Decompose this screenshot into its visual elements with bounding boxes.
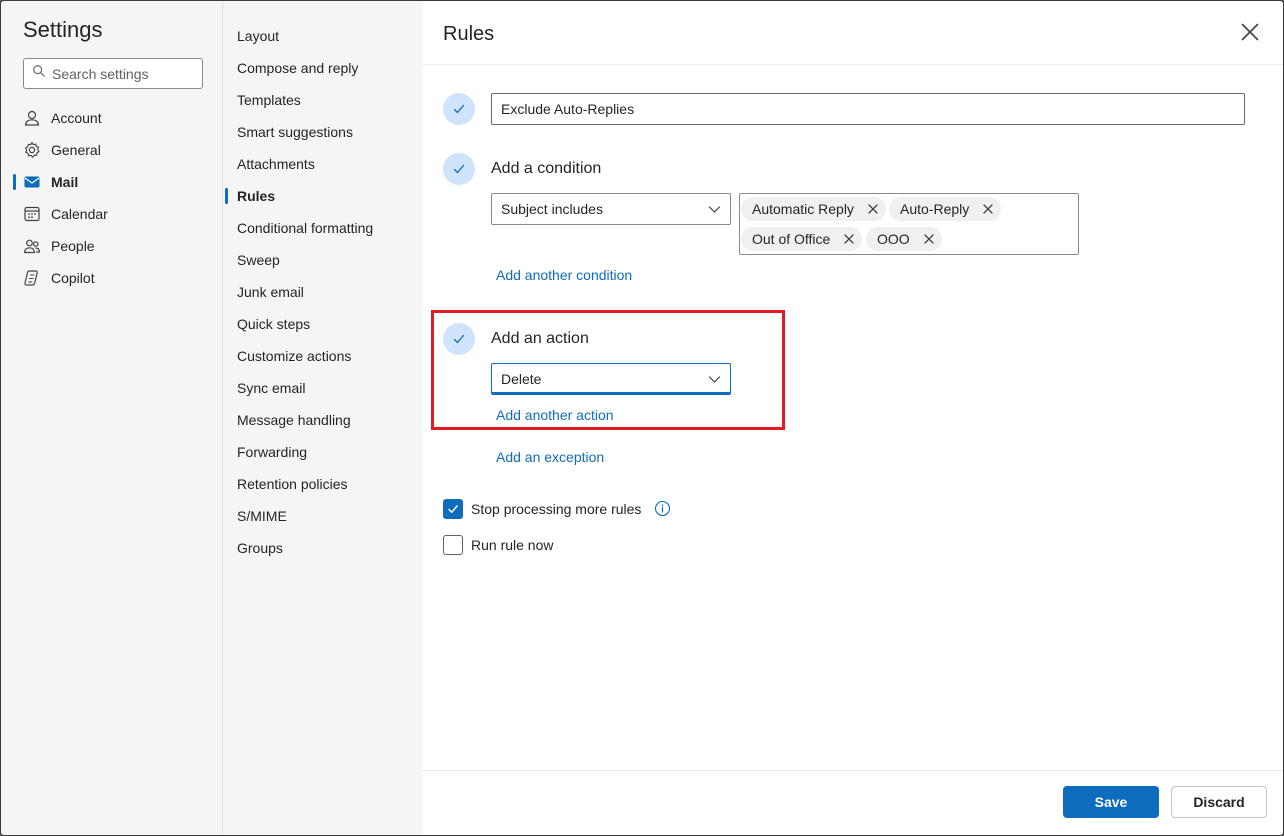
subnav-item-retention-policies[interactable]: Retention policies: [223, 468, 423, 500]
subnav-item-sync-email[interactable]: Sync email: [223, 372, 423, 404]
search-box[interactable]: [23, 58, 203, 89]
remove-tag-icon[interactable]: [866, 202, 880, 216]
sidebar-item-label: Account: [51, 110, 102, 126]
subnav-item-forwarding[interactable]: Forwarding: [223, 436, 423, 468]
sidebar-item-label: Mail: [51, 174, 79, 190]
remove-tag-icon[interactable]: [842, 232, 856, 246]
remove-tag-icon[interactable]: [922, 232, 936, 246]
condition-selected-value: Subject includes: [501, 201, 603, 217]
header-divider: [423, 64, 1283, 65]
subnav-item-message-handling[interactable]: Message handling: [223, 404, 423, 436]
action-selected-value: Delete: [501, 371, 542, 387]
subnav-item-attachments[interactable]: Attachments: [223, 148, 423, 180]
add-exception-link[interactable]: Add an exception: [496, 449, 604, 465]
rule-name-input[interactable]: [491, 93, 1245, 125]
condition-keywords-box[interactable]: Automatic Reply Auto-Reply Out of Office…: [739, 193, 1079, 255]
subnav-item-layout[interactable]: Layout: [223, 20, 423, 52]
sidebar-item-mail[interactable]: Mail: [1, 166, 223, 198]
sidebar-item-general[interactable]: General: [1, 134, 223, 166]
info-icon[interactable]: [654, 500, 671, 517]
rule-editor: Rules Add a condition Subject includes A…: [423, 1, 1283, 835]
condition-heading: Add a condition: [491, 160, 602, 177]
add-another-condition-link[interactable]: Add another condition: [496, 267, 632, 283]
keyword-tag-label: Auto-Reply: [900, 201, 970, 217]
chevron-down-icon: [708, 373, 721, 389]
condition-dropdown[interactable]: Subject includes: [491, 193, 731, 225]
step-complete-icon: [443, 153, 475, 185]
gear-icon: [23, 141, 41, 159]
sidebar-item-label: People: [51, 238, 95, 254]
keyword-tag-label: OOO: [877, 231, 910, 247]
step-complete-icon: [443, 93, 475, 125]
search-input[interactable]: [52, 65, 192, 82]
keyword-tag-label: Out of Office: [752, 231, 831, 247]
search-icon: [32, 64, 46, 83]
sidebar-item-copilot[interactable]: Copilot: [1, 262, 223, 294]
keyword-tag: Automatic Reply: [741, 197, 886, 221]
keyword-tag: Auto-Reply: [889, 197, 1002, 221]
sidebar-item-calendar[interactable]: Calendar: [1, 198, 223, 230]
page-title: Rules: [443, 23, 495, 45]
sidebar-item-label: Calendar: [51, 206, 108, 222]
mail-settings-nav: Layout Compose and reply Templates Smart…: [223, 1, 423, 835]
settings-sidebar: Settings Account General: [1, 1, 223, 835]
add-another-action-link[interactable]: Add another action: [496, 407, 614, 423]
settings-categories: Account General Mail Calendar People Cop…: [1, 102, 223, 294]
keyword-tag: Out of Office: [741, 227, 863, 251]
close-icon: [1241, 23, 1259, 46]
footer-divider: [423, 770, 1283, 771]
subnav-item-conditional-formatting[interactable]: Conditional formatting: [223, 212, 423, 244]
subnav-item-quick-steps[interactable]: Quick steps: [223, 308, 423, 340]
chevron-down-icon: [708, 203, 721, 219]
subnav-item-rules[interactable]: Rules: [223, 180, 423, 212]
settings-dialog: Settings Account General: [0, 0, 1284, 836]
run-rule-now-label: Run rule now: [471, 537, 554, 553]
subnav-item-junk-email[interactable]: Junk email: [223, 276, 423, 308]
sidebar-item-label: General: [51, 142, 101, 158]
subnav-item-customize-actions[interactable]: Customize actions: [223, 340, 423, 372]
keyword-tag-label: Automatic Reply: [752, 201, 854, 217]
discard-button[interactable]: Discard: [1171, 786, 1267, 818]
people-icon: [23, 237, 41, 255]
sidebar-item-label: Copilot: [51, 270, 95, 286]
sidebar-item-people[interactable]: People: [1, 230, 223, 262]
subnav-item-sweep[interactable]: Sweep: [223, 244, 423, 276]
mail-settings-list: Layout Compose and reply Templates Smart…: [223, 20, 423, 564]
stop-processing-checkbox[interactable]: [443, 499, 463, 519]
subnav-item-compose-and-reply[interactable]: Compose and reply: [223, 52, 423, 84]
calendar-icon: [23, 205, 41, 223]
mail-icon: [23, 173, 41, 191]
remove-tag-icon[interactable]: [981, 202, 995, 216]
stop-processing-label: Stop processing more rules: [471, 501, 642, 517]
copilot-icon: [23, 269, 41, 287]
run-rule-now-checkbox[interactable]: [443, 535, 463, 555]
close-button[interactable]: [1239, 23, 1261, 45]
subnav-item-groups[interactable]: Groups: [223, 532, 423, 564]
subnav-item-templates[interactable]: Templates: [223, 84, 423, 116]
keyword-tag: OOO: [866, 227, 942, 251]
sidebar-item-account[interactable]: Account: [1, 102, 223, 134]
action-dropdown[interactable]: Delete: [491, 363, 731, 395]
person-icon: [23, 109, 41, 127]
step-complete-icon: [443, 323, 475, 355]
settings-title: Settings: [23, 17, 103, 42]
subnav-item-smart-suggestions[interactable]: Smart suggestions: [223, 116, 423, 148]
subnav-item-smime[interactable]: S/MIME: [223, 500, 423, 532]
action-heading: Add an action: [491, 330, 589, 347]
save-button[interactable]: Save: [1063, 786, 1159, 818]
